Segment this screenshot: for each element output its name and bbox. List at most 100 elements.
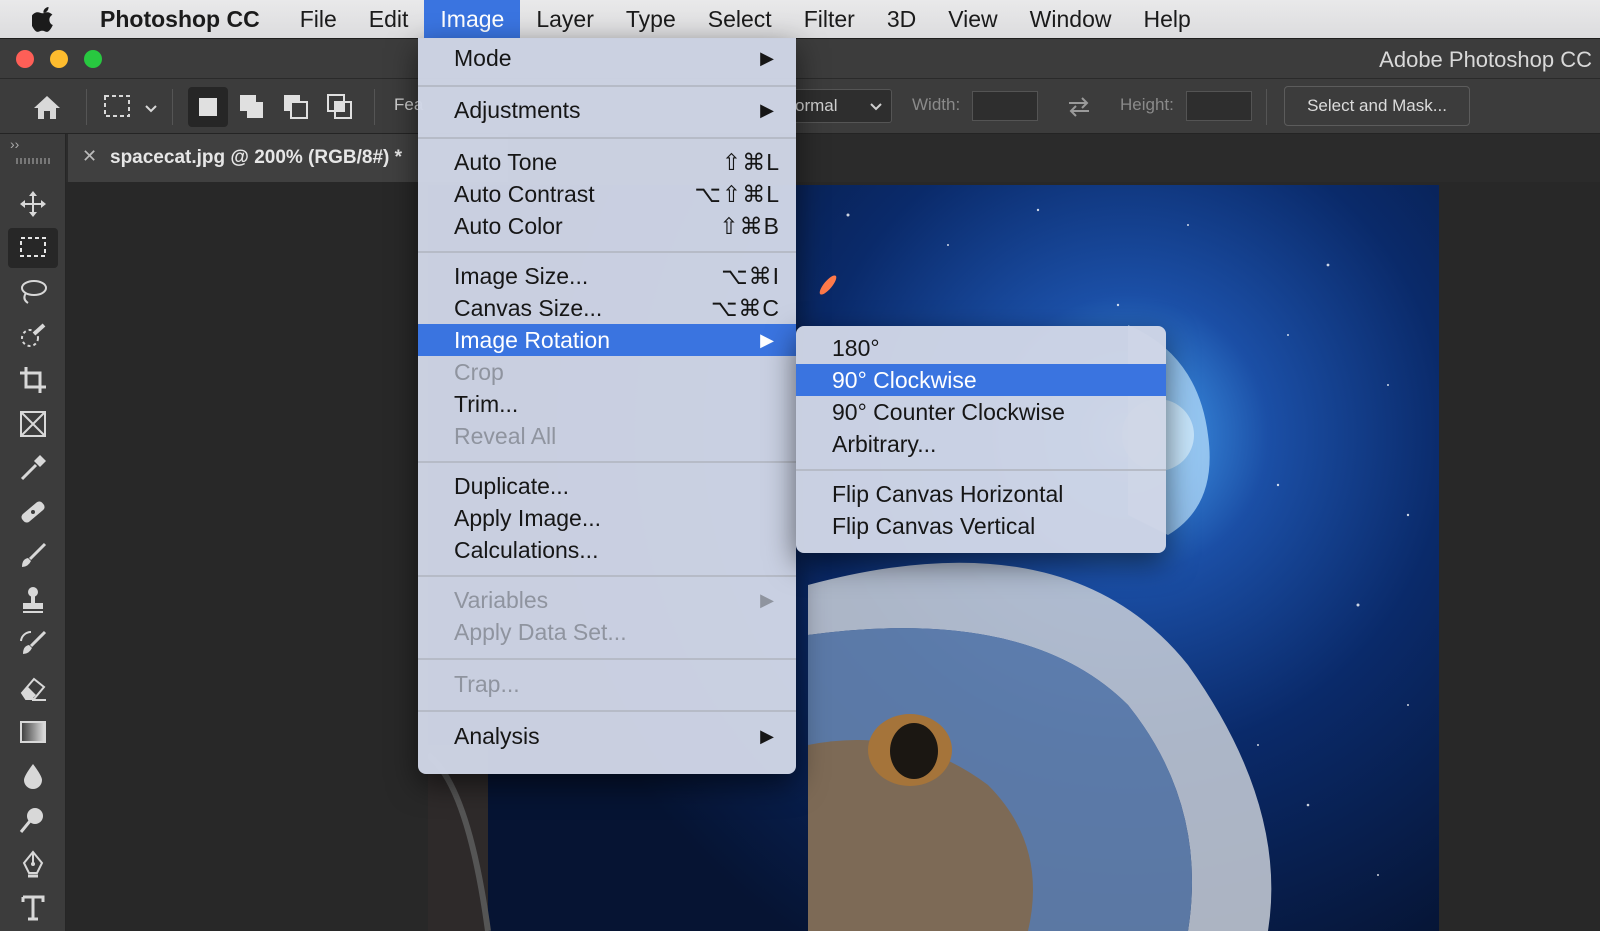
eyedropper-icon[interactable] (8, 448, 58, 488)
width-field[interactable] (972, 91, 1038, 121)
healing-brush-icon[interactable] (8, 492, 58, 532)
menu-item-crop: Crop (418, 356, 796, 388)
chevron-down-icon (869, 96, 883, 121)
menu-item-arbitrary[interactable]: Arbitrary... (796, 428, 1166, 460)
menu-item-label: 180° (832, 335, 880, 361)
menu-edit[interactable]: Edit (353, 0, 425, 38)
tools-panel: ›› (0, 134, 66, 931)
swap-icon[interactable] (1064, 93, 1094, 121)
home-icon[interactable] (30, 91, 64, 123)
lasso-icon[interactable] (8, 272, 58, 312)
close-window-button[interactable] (16, 50, 34, 68)
menu-image[interactable]: Image (424, 0, 521, 38)
menu-item-label: Trap... (454, 671, 520, 697)
menu-item-label: Auto Contrast (454, 181, 595, 207)
menu-item-rotate-90-cw[interactable]: 90° Clockwise (796, 364, 1166, 396)
window-title-bar: Adobe Photoshop CC (0, 38, 1600, 78)
shortcut-label: ⌥⇧⌘L (694, 181, 780, 207)
menu-item-flip-vertical[interactable]: Flip Canvas Vertical (796, 510, 1166, 542)
menu-help[interactable]: Help (1127, 0, 1206, 38)
panel-grip[interactable] (16, 158, 50, 164)
crop-icon[interactable] (8, 360, 58, 400)
menu-window[interactable]: Window (1014, 0, 1128, 38)
menu-item-label: Flip Canvas Horizontal (832, 481, 1064, 507)
menu-item-rotate-180[interactable]: 180° (796, 332, 1166, 364)
menu-item-label: Apply Image... (454, 505, 602, 531)
eraser-icon[interactable] (8, 668, 58, 708)
minimize-window-button[interactable] (50, 50, 68, 68)
submenu-arrow-icon: ▶ (760, 330, 774, 350)
menu-item-trap: Trap... (418, 668, 796, 700)
submenu-arrow-icon: ▶ (760, 590, 774, 610)
menu-item-label: Image Size... (454, 263, 589, 289)
menu-separator (418, 575, 796, 577)
menu-item-canvas-size[interactable]: Canvas Size... ⌥⌘C (418, 292, 796, 324)
menu-item-adjustments[interactable]: Adjustments ▶ (418, 94, 796, 126)
menu-item-calculations[interactable]: Calculations... (418, 534, 796, 566)
menu-item-label: 90° Counter Clockwise (832, 399, 1065, 425)
height-field[interactable] (1186, 91, 1252, 121)
menu-item-label: Auto Color (454, 213, 563, 239)
shortcut-label: ⇧⌘B (719, 213, 780, 239)
quick-selection-icon[interactable] (8, 316, 58, 356)
menu-item-label: Trim... (454, 391, 519, 417)
menu-filter[interactable]: Filter (788, 0, 871, 38)
menu-item-image-rotation[interactable]: Image Rotation ▶ (418, 324, 796, 356)
marquee-icon[interactable] (8, 228, 58, 268)
app-name-menu[interactable]: Photoshop CC (90, 6, 270, 33)
close-tab-icon[interactable]: ✕ (82, 146, 97, 167)
menu-item-label: Analysis (454, 723, 540, 749)
style-dropdown[interactable]: ormal (790, 89, 892, 123)
menu-item-analysis[interactable]: Analysis ▶ (418, 720, 796, 752)
menu-item-mode[interactable]: Mode ▶ (418, 42, 796, 74)
apple-icon[interactable] (32, 4, 58, 34)
menu-view[interactable]: View (932, 0, 1013, 38)
menu-item-auto-tone[interactable]: Auto Tone ⇧⌘L (418, 146, 796, 178)
add-selection-button[interactable] (232, 87, 272, 127)
menu-item-label: Mode (454, 45, 512, 71)
document-tab-label: spacecat.jpg @ 200% (RGB/8#) * (110, 147, 403, 168)
type-icon[interactable] (8, 888, 58, 928)
history-brush-icon[interactable] (8, 624, 58, 664)
menu-separator (418, 710, 796, 712)
menu-item-label: Image Rotation (454, 327, 610, 353)
menu-item-auto-contrast[interactable]: Auto Contrast ⌥⇧⌘L (418, 178, 796, 210)
menu-item-apply-image[interactable]: Apply Image... (418, 502, 796, 534)
new-selection-button[interactable] (188, 87, 228, 127)
menu-file[interactable]: File (284, 0, 353, 38)
blur-icon[interactable] (8, 756, 58, 796)
menu-item-trim[interactable]: Trim... (418, 388, 796, 420)
menu-item-auto-color[interactable]: Auto Color ⇧⌘B (418, 210, 796, 242)
submenu-arrow-icon: ▶ (760, 726, 774, 746)
menu-3d[interactable]: 3D (871, 0, 932, 38)
menu-item-duplicate[interactable]: Duplicate... (418, 470, 796, 502)
subtract-selection-button[interactable] (276, 87, 316, 127)
select-and-mask-button[interactable]: Select and Mask... (1284, 86, 1470, 126)
collapse-panel-icon[interactable]: ›› (10, 136, 19, 152)
stamp-icon[interactable] (8, 580, 58, 620)
submenu-arrow-icon: ▶ (760, 100, 774, 120)
marquee-preset-picker[interactable] (102, 91, 158, 123)
menu-item-rotate-90-ccw[interactable]: 90° Counter Clockwise (796, 396, 1166, 428)
menu-separator (418, 251, 796, 253)
menu-item-flip-horizontal[interactable]: Flip Canvas Horizontal (796, 478, 1166, 510)
pen-icon[interactable] (8, 844, 58, 884)
dodge-icon[interactable] (8, 800, 58, 840)
brush-icon[interactable] (8, 536, 58, 576)
menu-item-label: Auto Tone (454, 149, 558, 175)
menu-type[interactable]: Type (610, 0, 692, 38)
menu-select[interactable]: Select (692, 0, 788, 38)
menu-item-variables: Variables ▶ (418, 584, 796, 616)
menu-layer[interactable]: Layer (520, 0, 610, 38)
intersect-selection-button[interactable] (320, 87, 360, 127)
frame-icon[interactable] (8, 404, 58, 444)
menu-item-label: Arbitrary... (832, 431, 937, 457)
height-label: Height: (1120, 95, 1174, 114)
move-icon[interactable] (8, 184, 58, 224)
menu-item-image-size[interactable]: Image Size... ⌥⌘I (418, 260, 796, 292)
menu-item-label: Crop (454, 359, 504, 385)
gradient-icon[interactable] (8, 712, 58, 752)
canvas-area[interactable] (66, 182, 1600, 931)
zoom-window-button[interactable] (84, 50, 102, 68)
menu-item-label: Adjustments (454, 97, 581, 123)
